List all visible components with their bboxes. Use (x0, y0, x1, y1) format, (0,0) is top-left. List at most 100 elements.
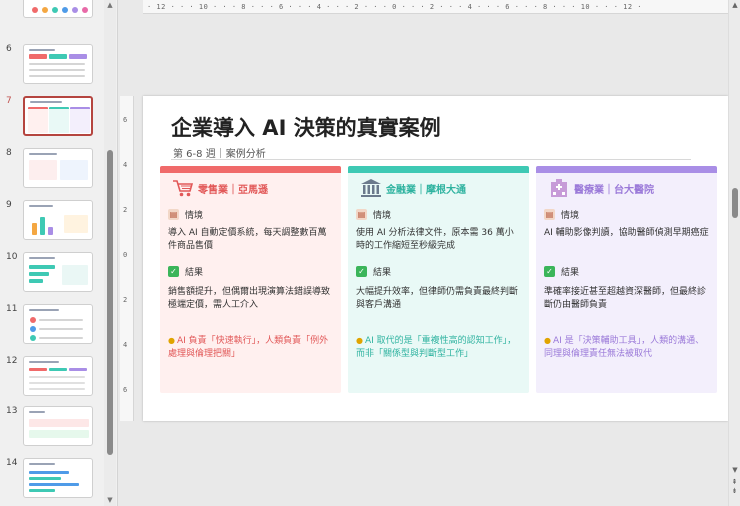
title-divider (171, 159, 691, 160)
thumbnail-row-7[interactable]: 7 (0, 96, 104, 140)
result-text: 銷售額提升，但偶爾出現演算法錯誤導致極端定價，需人工介入 (168, 287, 331, 310)
takeaway-text: AI 是「決策輔助工具」，人類的溝通、同理與倫理責任無法被取代 (544, 336, 705, 359)
lightbulb-icon: ● (168, 336, 175, 345)
result-label-text: 結果 (185, 268, 204, 278)
main-scroll-thumb[interactable] (732, 188, 738, 218)
thumbnail-row-14[interactable]: 14 (0, 458, 104, 502)
thumbnail-number: 12 (6, 356, 18, 366)
slide-canvas[interactable]: 企業導入 AI 決策的真實案例 第 6-8 週｜案例分析 零售業｜亞馬遜 ▤ 情… (143, 96, 728, 421)
thumbnail-number: 7 (6, 96, 12, 106)
result-label: ✓ 結果 (544, 265, 579, 278)
hospital-icon (551, 179, 567, 197)
thumbnail-row-11[interactable]: 11 (0, 304, 104, 348)
thumbnail-number: 8 (6, 148, 12, 158)
thumbnail-number: 11 (6, 304, 18, 314)
thumbnail-row-6[interactable]: 6 (0, 44, 104, 88)
thumbnail-row-8[interactable]: 8 (0, 148, 104, 192)
card-accent-band (160, 166, 341, 173)
thumbnail-row-9[interactable]: 9 (0, 200, 104, 244)
thumbnail-row-12[interactable]: 12 (0, 356, 104, 400)
thumbnail-number: 6 (6, 44, 12, 54)
situation-label-text: 情境 (561, 211, 580, 221)
result-text: 大幅提升效率，但律師仍需負責最終判斷與客戶溝通 (356, 287, 519, 310)
clipboard-icon: ▤ (356, 209, 367, 220)
situation-label: ▤ 情境 (356, 208, 391, 221)
situation-text: 使用 AI 分析法律文件，原本需 36 萬小時的工作縮短至秒級完成 (356, 228, 514, 251)
check-icon: ✓ (544, 266, 555, 277)
card-header-label: 醫療業｜台大醫院 (574, 184, 654, 196)
shopping-cart-icon (173, 180, 194, 197)
lightbulb-icon: ● (356, 336, 363, 345)
page-nav-arrows[interactable]: ⇞ ⇟ (729, 478, 740, 506)
ruler-tick-label: 2 (123, 206, 128, 214)
previous-slide-icon[interactable]: ⇞ (729, 478, 740, 487)
takeaway-text: AI 取代的是「重複性高的認知工作」，而非「關係型與判斷型工作」 (356, 336, 517, 359)
situation-label: ▤ 情境 (168, 208, 203, 221)
result-label: ✓ 結果 (168, 265, 203, 278)
check-icon: ✓ (356, 266, 367, 277)
lightbulb-icon: ● (544, 336, 551, 345)
bank-icon (361, 179, 381, 197)
ruler-tick-label: 0 (123, 251, 128, 259)
situation-label-text: 情境 (185, 211, 204, 221)
scroll-down-arrow-icon[interactable]: ▼ (106, 496, 114, 504)
situation-label-text: 情境 (373, 211, 392, 221)
thumbnail-number: 10 (6, 252, 18, 262)
clipboard-icon: ▤ (544, 209, 555, 220)
slide-thumbnail[interactable] (23, 200, 93, 240)
card-header-label: 零售業｜亞馬遜 (198, 184, 268, 196)
thumbnail-number: 9 (6, 200, 12, 210)
thumbnail-number: 13 (6, 406, 18, 416)
scroll-up-arrow-icon[interactable]: ▲ (730, 1, 740, 9)
slide-thumbnail-panel: 6 7 8 9 10 11 12 13 14 (0, 0, 118, 506)
takeaway-note: ● AI 取代的是「重複性高的認知工作」，而非「關係型與判斷型工作」 (356, 334, 524, 361)
situation-label: ▤ 情境 (544, 208, 579, 221)
ruler-tick-label: 2 (123, 296, 128, 304)
slide-thumbnail[interactable] (23, 44, 93, 84)
ruler-tick-label: 4 (123, 161, 128, 169)
thumbnail-row-13[interactable]: 13 (0, 406, 104, 450)
vertical-ruler: 6 4 2 0 2 4 6 (120, 96, 134, 421)
situation-text: 導入 AI 自動定價系統，每天調整數百萬件商品售價 (168, 228, 327, 251)
scroll-up-arrow-icon[interactable]: ▲ (106, 1, 114, 9)
slide-subtitle[interactable]: 第 6-8 週｜案例分析 (173, 145, 266, 160)
slide-thumbnail[interactable] (23, 148, 93, 188)
slide-thumbnail[interactable] (23, 304, 93, 344)
result-label-text: 結果 (373, 268, 392, 278)
next-slide-icon[interactable]: ⇟ (729, 487, 740, 496)
scroll-down-arrow-icon[interactable]: ▼ (730, 466, 740, 474)
thumbnail-row[interactable] (0, 0, 104, 22)
case-card-retail[interactable]: 零售業｜亞馬遜 ▤ 情境 導入 AI 自動定價系統，每天調整數百萬件商品售價 ✓… (160, 166, 341, 393)
situation-text: AI 輔助影像判讀，協助醫師偵測早期癌症 (544, 228, 709, 238)
takeaway-note: ● AI 是「決策輔助工具」，人類的溝通、同理與倫理責任無法被取代 (544, 334, 712, 361)
thumbnail-scrollbar[interactable]: ▲ ▼ (104, 0, 116, 506)
thumbnail-scroll-thumb[interactable] (107, 150, 113, 455)
takeaway-note: ● AI 負責「快速執行」，人類負責「例外處理與倫理把關」 (168, 334, 336, 361)
card-accent-band (536, 166, 717, 173)
case-card-finance[interactable]: 金融業｜摩根大通 ▤ 情境 使用 AI 分析法律文件，原本需 36 萬小時的工作… (348, 166, 529, 393)
horizontal-ruler: · 12 · · · 10 · · · 8 · · · 6 · · · 4 · … (143, 0, 728, 14)
slide-thumbnail[interactable] (23, 406, 93, 446)
main-scrollbar[interactable]: ▲ ▼ (728, 0, 740, 506)
check-icon: ✓ (168, 266, 179, 277)
slide-thumbnail[interactable] (23, 356, 93, 396)
ruler-tick-label: 6 (123, 386, 128, 394)
slide-thumbnail[interactable] (23, 252, 93, 292)
result-text: 準確率接近甚至超越資深醫師，但最終診斷仍由醫師負責 (544, 287, 707, 310)
slide-thumbnail[interactable] (23, 0, 93, 18)
takeaway-text: AI 負責「快速執行」，人類負責「例外處理與倫理把關」 (168, 336, 329, 359)
thumbnail-row-10[interactable]: 10 (0, 252, 104, 296)
card-header-label: 金融業｜摩根大通 (386, 184, 466, 196)
ruler-tick-label: 4 (123, 341, 128, 349)
card-accent-band (348, 166, 529, 173)
case-card-healthcare[interactable]: 醫療業｜台大醫院 ▤ 情境 AI 輔助影像判讀，協助醫師偵測早期癌症 ✓ 結果 … (536, 166, 717, 393)
result-label: ✓ 結果 (356, 265, 391, 278)
ruler-tick-label: 6 (123, 116, 128, 124)
thumbnail-number: 14 (6, 458, 18, 468)
slide-title[interactable]: 企業導入 AI 決策的真實案例 (171, 112, 441, 142)
card-header: 金融業｜摩根大通 (360, 178, 466, 198)
slide-thumbnail[interactable] (23, 458, 93, 498)
card-header: 零售業｜亞馬遜 (172, 178, 268, 198)
clipboard-icon: ▤ (168, 209, 179, 220)
slide-thumbnail-active[interactable] (23, 96, 93, 136)
